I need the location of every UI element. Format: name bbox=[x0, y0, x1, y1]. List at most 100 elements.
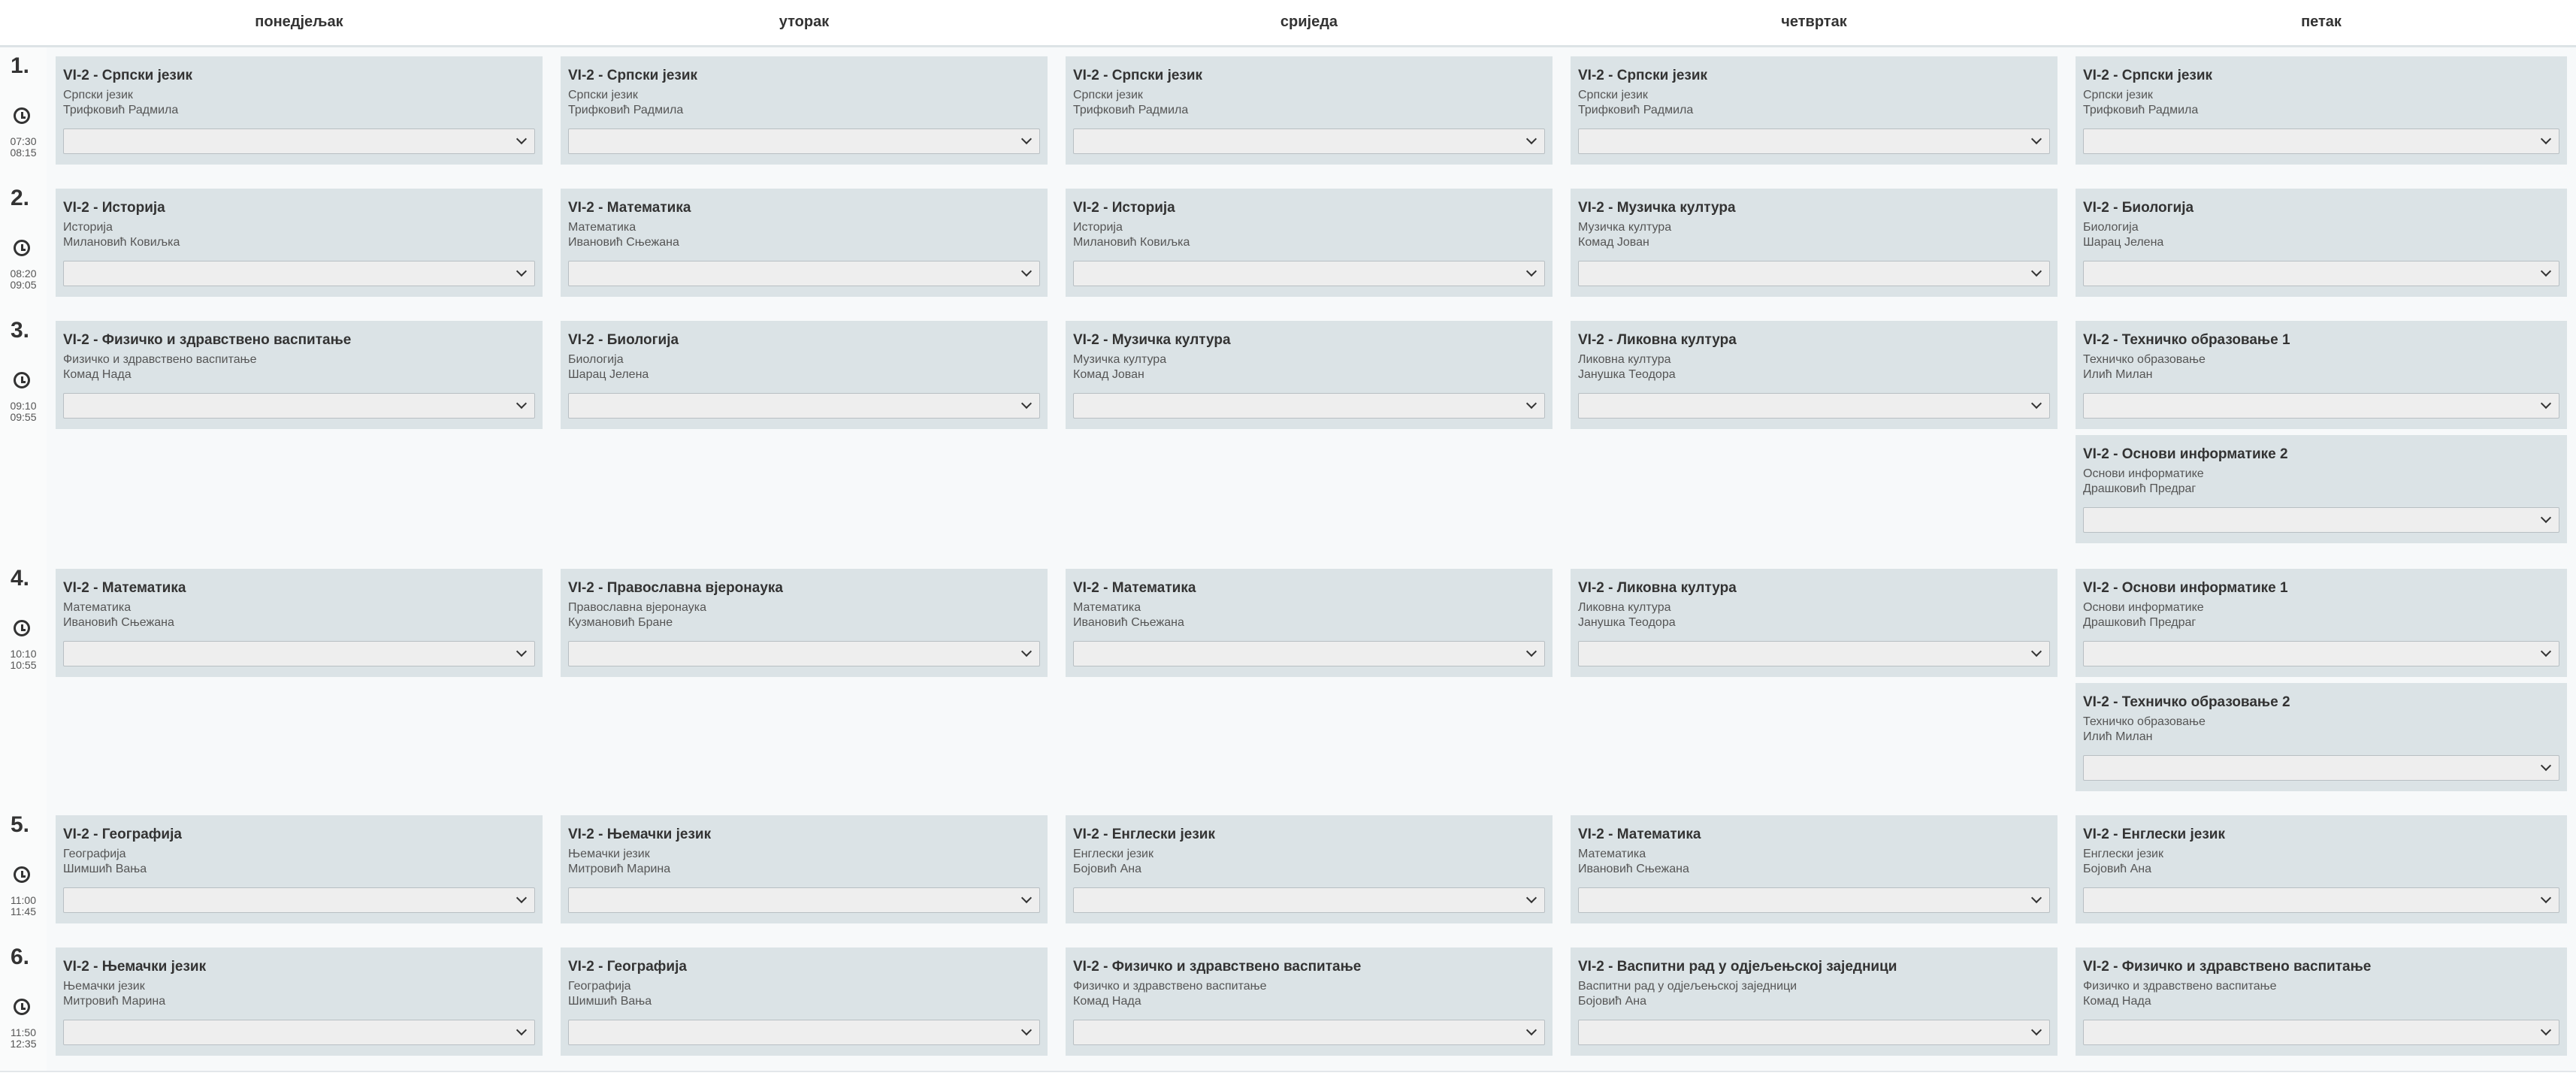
lesson-teacher: Ивановић Сњежана bbox=[63, 616, 174, 629]
lesson-status-select[interactable] bbox=[1578, 641, 2050, 666]
lesson-subject: Српски језик bbox=[1578, 89, 1648, 101]
lesson-teacher: Бојовић Ана bbox=[2083, 863, 2152, 875]
lesson-subject: Српски језик bbox=[568, 89, 638, 101]
lesson-status-select[interactable] bbox=[1073, 393, 1545, 419]
lesson-card: VI-2 - Српски језик Српски језик Трифковић… bbox=[1571, 56, 2057, 165]
lesson-status-select[interactable] bbox=[63, 261, 535, 286]
lesson-status-select[interactable] bbox=[63, 887, 535, 913]
chevron-down-icon bbox=[1020, 397, 1033, 410]
lesson-subject: Математика bbox=[1073, 601, 1141, 614]
lesson-status-select[interactable] bbox=[2083, 641, 2559, 666]
lesson-status-select[interactable] bbox=[1073, 641, 1545, 666]
lesson-status-select[interactable] bbox=[568, 128, 1040, 154]
lesson-title: VI-2 - Математика bbox=[568, 200, 691, 216]
lesson-status-select[interactable] bbox=[63, 1020, 535, 1045]
chevron-down-icon bbox=[2540, 133, 2552, 145]
lesson-card: VI-2 - Историја Историја Милановић Ковиљка bbox=[1066, 189, 1553, 297]
lesson-status-select[interactable] bbox=[2083, 1020, 2559, 1045]
lesson-status-select[interactable] bbox=[2083, 887, 2559, 913]
lesson-status-select[interactable] bbox=[2083, 507, 2559, 533]
lesson-status-select[interactable] bbox=[1578, 887, 2050, 913]
lesson-status-select[interactable] bbox=[2083, 393, 2559, 419]
chevron-down-icon bbox=[2540, 760, 2552, 772]
lesson-teacher: Комад Нада bbox=[63, 368, 132, 381]
lesson-card: VI-2 - Географија Географија Шимшић Вања bbox=[56, 815, 543, 923]
lesson-status-select[interactable] bbox=[63, 393, 535, 419]
chevron-down-icon bbox=[2030, 645, 2042, 657]
chevron-down-icon bbox=[2540, 1024, 2552, 1036]
lesson-status-select[interactable] bbox=[2083, 261, 2559, 286]
lesson-teacher: Комад Нада bbox=[1073, 995, 1141, 1008]
period-row: 2. 08:20 09:05 VI-2 - Историја Историја Милан… bbox=[0, 180, 2576, 313]
lesson-teacher: Шарац Јелена bbox=[2083, 236, 2164, 249]
lesson-teacher: Бојовић Ана bbox=[1578, 995, 1647, 1008]
lesson-subject: Географија bbox=[63, 848, 126, 860]
lesson-status-select[interactable] bbox=[568, 261, 1040, 286]
chevron-down-icon bbox=[1525, 397, 1537, 410]
lesson-subject: Музичка култура bbox=[1073, 353, 1167, 366]
chevron-down-icon bbox=[2030, 133, 2042, 145]
chevron-down-icon bbox=[2540, 265, 2552, 277]
lesson-subject: Географија bbox=[568, 980, 631, 993]
period-start-time: 10:10 bbox=[10, 648, 37, 660]
lesson-status-select[interactable] bbox=[568, 641, 1040, 666]
period-start-time: 11:50 bbox=[11, 1026, 36, 1038]
lesson-card: VI-2 - Техничко образовање 2 Техничко обр… bbox=[2076, 683, 2567, 791]
period-number: 6. bbox=[11, 945, 30, 969]
chevron-down-icon bbox=[516, 1024, 528, 1036]
lesson-status-select[interactable] bbox=[63, 641, 535, 666]
lesson-status-select[interactable] bbox=[568, 1020, 1040, 1045]
lesson-title: VI-2 - Географија bbox=[568, 959, 687, 975]
lesson-teacher: Ивановић Сњежана bbox=[1073, 616, 1184, 629]
lesson-subject: Основи информатике bbox=[2083, 467, 2204, 480]
chevron-down-icon bbox=[1525, 133, 1537, 145]
day-cell: VI-2 - Биологија Биологија Шарац Јелена bbox=[552, 312, 1058, 560]
lesson-teacher: Митровић Марина bbox=[63, 995, 166, 1008]
lesson-card: VI-2 - Математика Математика Ивановић Сњеж… bbox=[56, 569, 543, 677]
chevron-down-icon bbox=[2540, 892, 2552, 904]
day-cell: VI-2 - Ликовна култура Ликовна култура Јан… bbox=[1562, 560, 2068, 806]
lesson-teacher: Јанушка Теодора bbox=[1578, 368, 1676, 381]
lesson-status-select[interactable] bbox=[1578, 393, 2050, 419]
day-header-thursday: четвртак bbox=[1781, 14, 1847, 30]
chevron-down-icon bbox=[2030, 1024, 2042, 1036]
lesson-teacher: Шарац Јелена bbox=[568, 368, 649, 381]
lesson-teacher: Митровић Марина bbox=[568, 863, 671, 875]
lesson-status-select[interactable] bbox=[1578, 1020, 2050, 1045]
lesson-status-select[interactable] bbox=[1073, 261, 1545, 286]
lesson-status-select[interactable] bbox=[1073, 128, 1545, 154]
lesson-status-select[interactable] bbox=[1073, 1020, 1545, 1045]
lesson-card: VI-2 - Ликовна култура Ликовна култура Јан… bbox=[1571, 321, 2057, 429]
day-cell: VI-2 - Музичка култура Музичка култура Ком… bbox=[1562, 180, 2068, 312]
lesson-title: VI-2 - Физичко и здравствено васпитање bbox=[1073, 959, 1362, 975]
lesson-status-select[interactable] bbox=[63, 128, 535, 154]
chevron-down-icon bbox=[2540, 397, 2552, 410]
lesson-subject: Физичко и здравствено васпитање bbox=[63, 353, 257, 366]
lesson-subject: Математика bbox=[63, 601, 132, 614]
day-cell: VI-2 - Српски језик Српски језик Трифковић… bbox=[47, 47, 553, 180]
lesson-status-select[interactable] bbox=[2083, 755, 2559, 781]
period-number: 2. bbox=[11, 186, 30, 210]
lesson-subject: Њемачки језик bbox=[63, 980, 145, 993]
chevron-down-icon bbox=[2030, 892, 2042, 904]
lesson-subject: Историја bbox=[63, 221, 113, 234]
day-header-wednesday: сриједа bbox=[1280, 14, 1338, 30]
lesson-subject: Српски језик bbox=[2083, 89, 2153, 101]
lesson-status-select[interactable] bbox=[568, 887, 1040, 913]
lesson-status-select[interactable] bbox=[568, 393, 1040, 419]
lesson-status-select[interactable] bbox=[1073, 887, 1545, 913]
lesson-title: VI-2 - Математика bbox=[1578, 827, 1701, 842]
lesson-status-select[interactable] bbox=[2083, 128, 2559, 154]
lesson-title: VI-2 - Техничко образовање 1 bbox=[2083, 332, 2290, 348]
lesson-title: VI-2 - Основи информатике 2 bbox=[2083, 446, 2288, 462]
period-end-time: 12:35 bbox=[10, 1038, 37, 1050]
period-info: 4. 10:10 10:55 bbox=[0, 560, 48, 806]
lesson-teacher: Илић Милан bbox=[2083, 368, 2153, 381]
lesson-card: VI-2 - Техничко образовање 1 Техничко обр… bbox=[2076, 321, 2567, 429]
lesson-title: VI-2 - Српски језик bbox=[1578, 68, 1708, 83]
lesson-status-select[interactable] bbox=[1578, 261, 2050, 286]
chevron-down-icon bbox=[1020, 1024, 1033, 1036]
lesson-status-select[interactable] bbox=[1578, 128, 2050, 154]
lesson-card: VI-2 - Српски језик Српски језик Трифковић… bbox=[561, 56, 1048, 165]
lesson-card: VI-2 - Православна вјеронаука Православна… bbox=[561, 569, 1048, 677]
